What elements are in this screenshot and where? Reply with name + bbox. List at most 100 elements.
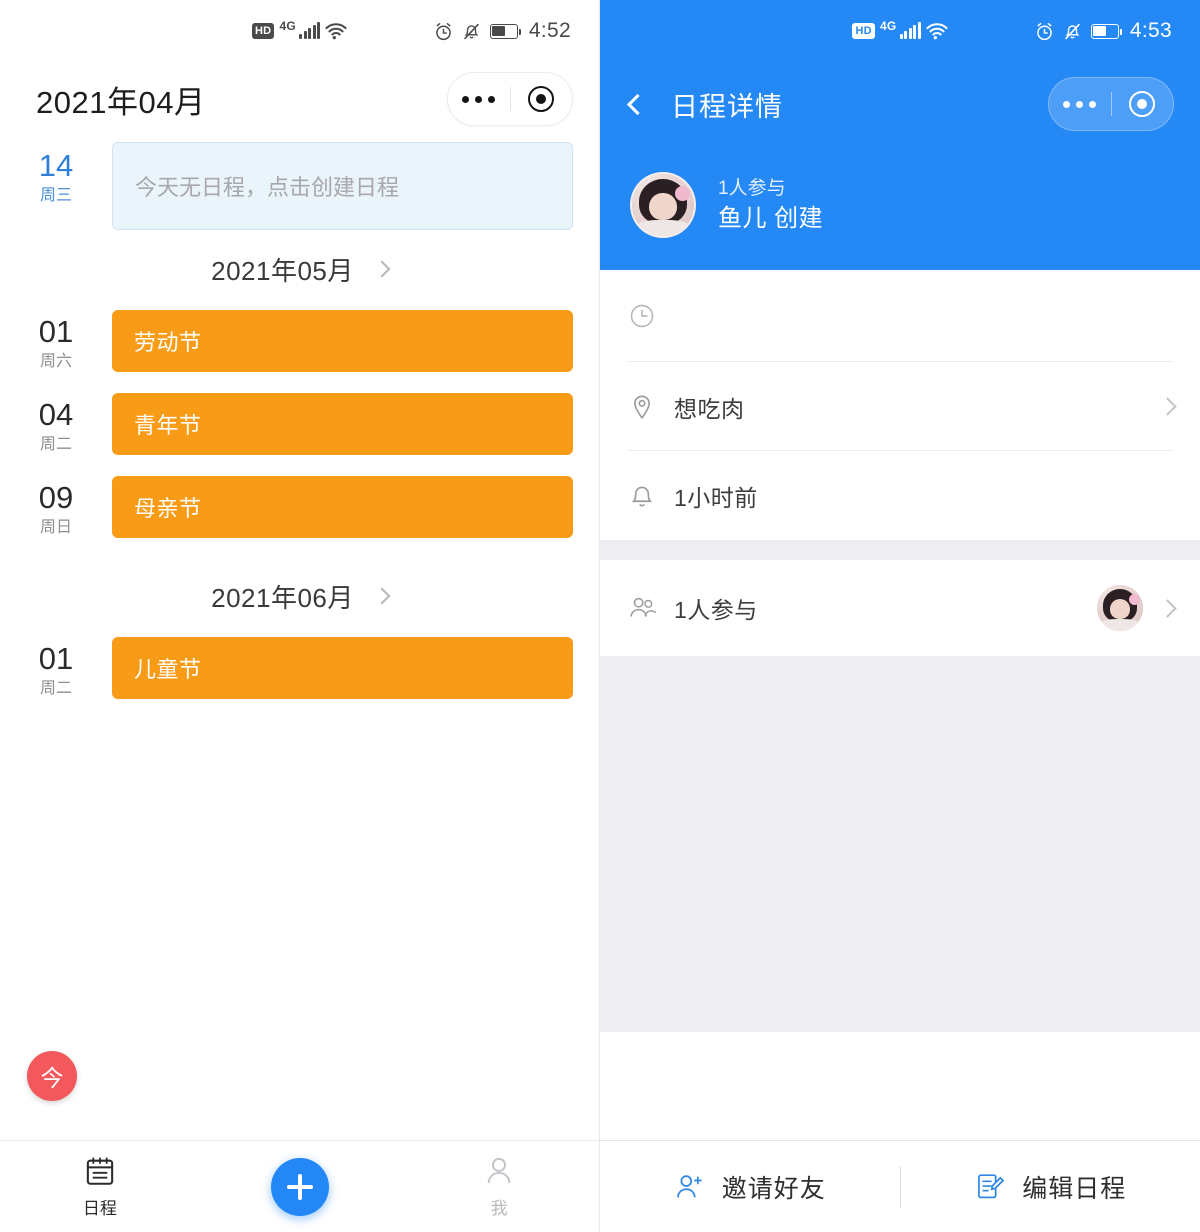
event-date: 01 周二 bbox=[0, 635, 112, 700]
chevron-right-icon bbox=[373, 261, 390, 278]
location-icon-wrap bbox=[628, 393, 674, 421]
close-miniprogram-button[interactable] bbox=[1112, 91, 1174, 117]
wifi-icon bbox=[325, 23, 347, 40]
month-separator-label: 2021年06月 bbox=[211, 578, 354, 615]
today-day-number: 14 bbox=[0, 148, 112, 184]
chevron-right-icon bbox=[1158, 599, 1176, 617]
event-bar[interactable]: 劳动节 bbox=[112, 310, 573, 372]
network-type-label: 4G bbox=[279, 19, 296, 33]
event-row[interactable]: 01 周六 劳动节 bbox=[0, 308, 599, 373]
event-date: 04 周二 bbox=[0, 391, 112, 456]
detail-location-text: 想吃肉 bbox=[674, 390, 745, 424]
detail-row-participants[interactable]: 1人参与 bbox=[600, 560, 1200, 656]
people-icon bbox=[628, 594, 658, 622]
month-separator-may[interactable]: 2021年05月 bbox=[0, 230, 599, 308]
person-icon bbox=[482, 1154, 516, 1188]
alarm-icon bbox=[434, 22, 453, 41]
detail-list: 想吃肉 1小时前 bbox=[600, 270, 1200, 1032]
miniprogram-capsule[interactable] bbox=[1048, 77, 1174, 131]
event-day-number: 01 bbox=[0, 314, 112, 350]
more-button[interactable] bbox=[448, 96, 510, 103]
avatar[interactable] bbox=[630, 172, 696, 238]
edit-document-icon bbox=[974, 1171, 1006, 1203]
clock-icon bbox=[628, 302, 656, 330]
more-button[interactable] bbox=[1049, 101, 1111, 108]
navigation-bar: 日程详情 bbox=[600, 62, 1200, 146]
people-icon-wrap bbox=[628, 594, 674, 622]
avatar-photo bbox=[632, 174, 694, 236]
event-weekday: 周二 bbox=[0, 678, 112, 700]
edit-schedule-label: 编辑日程 bbox=[1022, 1169, 1126, 1205]
status-bar-left: HD 4G bbox=[0, 0, 599, 62]
participant-avatar[interactable] bbox=[1097, 585, 1143, 631]
event-row[interactable]: 09 周日 母亲节 bbox=[0, 474, 599, 539]
event-weekday: 周二 bbox=[0, 434, 112, 456]
event-day-number: 04 bbox=[0, 397, 112, 433]
invite-friends-button[interactable]: 邀请好友 bbox=[600, 1169, 900, 1205]
more-dots-icon bbox=[462, 96, 495, 103]
bottom-tab-bar: 日程 我 bbox=[0, 1140, 599, 1232]
month-separator-june[interactable]: 2021年06月 bbox=[0, 557, 599, 635]
detail-row-location[interactable]: 想吃肉 bbox=[600, 362, 1200, 451]
tab-me[interactable]: 我 bbox=[399, 1154, 599, 1219]
page-title: 2021年04月 bbox=[36, 77, 205, 122]
today-weekday: 周三 bbox=[0, 185, 112, 207]
edit-schedule-button[interactable]: 编辑日程 bbox=[901, 1169, 1200, 1205]
month-separator-label: 2021年05月 bbox=[211, 251, 354, 288]
chevron-right-icon bbox=[1158, 397, 1176, 415]
battery-icon bbox=[490, 24, 518, 39]
participant-count-label: 1人参与 bbox=[718, 175, 823, 202]
tab-schedule[interactable]: 日程 bbox=[0, 1154, 200, 1219]
event-row[interactable]: 01 周二 儿童节 bbox=[0, 635, 599, 700]
chevron-right-icon bbox=[373, 588, 390, 605]
signal-bars-icon bbox=[299, 23, 320, 39]
event-bar[interactable]: 儿童节 bbox=[112, 637, 573, 699]
hd-badge-icon: HD bbox=[252, 23, 275, 39]
location-icon bbox=[628, 393, 656, 421]
event-day-number: 01 bbox=[0, 641, 112, 677]
bell-icon bbox=[628, 482, 656, 510]
bell-icon-wrap bbox=[628, 482, 674, 510]
event-weekday: 周六 bbox=[0, 351, 112, 373]
detail-row-reminder[interactable]: 1小时前 bbox=[600, 451, 1200, 540]
creator-label: 鱼儿 创建 bbox=[718, 202, 823, 236]
section-divider bbox=[600, 540, 1200, 560]
tab-me-label: 我 bbox=[491, 1194, 508, 1219]
network-type-label: 4G bbox=[880, 19, 897, 33]
status-bar-network-group: HD 4G bbox=[852, 23, 947, 40]
event-day-number: 09 bbox=[0, 480, 112, 516]
back-icon[interactable] bbox=[627, 93, 648, 114]
status-bar-right-group: 4:53 bbox=[1035, 0, 1172, 62]
event-date: 01 周六 bbox=[0, 308, 112, 373]
status-bar-right: HD 4G bbox=[600, 0, 1200, 62]
jump-to-today-button[interactable]: 今 bbox=[27, 1051, 77, 1101]
status-bar-right-group: 4:52 bbox=[434, 0, 571, 62]
schedule-detail-screen: HD 4G bbox=[600, 0, 1200, 1232]
detail-row-right bbox=[1097, 585, 1174, 631]
dual-screenshot: HD 4G bbox=[0, 0, 1200, 1232]
calendar-header: 2021年04月 bbox=[0, 62, 599, 136]
target-icon bbox=[1129, 91, 1155, 117]
event-bar[interactable]: 母亲节 bbox=[112, 476, 573, 538]
tab-add[interactable] bbox=[200, 1158, 400, 1216]
avatar-photo bbox=[1097, 585, 1143, 631]
owner-summary[interactable]: 1人参与 鱼儿 创建 bbox=[600, 146, 1200, 238]
today-row[interactable]: 14 周三 今天无日程，点击创建日程 bbox=[0, 142, 599, 230]
add-person-icon bbox=[674, 1171, 706, 1203]
add-schedule-button[interactable] bbox=[271, 1158, 329, 1216]
create-schedule-placeholder[interactable]: 今天无日程，点击创建日程 bbox=[112, 142, 573, 230]
calendar-list-screen: HD 4G bbox=[0, 0, 600, 1232]
event-weekday: 周日 bbox=[0, 517, 112, 539]
mute-icon bbox=[462, 22, 481, 41]
add-fab[interactable] bbox=[271, 1158, 329, 1216]
miniprogram-capsule[interactable] bbox=[447, 72, 573, 126]
event-row[interactable]: 04 周二 青年节 bbox=[0, 391, 599, 456]
event-bar[interactable]: 青年节 bbox=[112, 393, 573, 455]
owner-text: 1人参与 鱼儿 创建 bbox=[718, 175, 823, 236]
detail-row-time[interactable] bbox=[600, 270, 1200, 362]
close-miniprogram-button[interactable] bbox=[511, 86, 573, 112]
more-dots-icon bbox=[1063, 101, 1096, 108]
plus-icon-bar bbox=[298, 1174, 302, 1200]
hd-badge-icon: HD bbox=[852, 23, 875, 39]
status-bar-network-group: HD 4G bbox=[252, 23, 347, 40]
